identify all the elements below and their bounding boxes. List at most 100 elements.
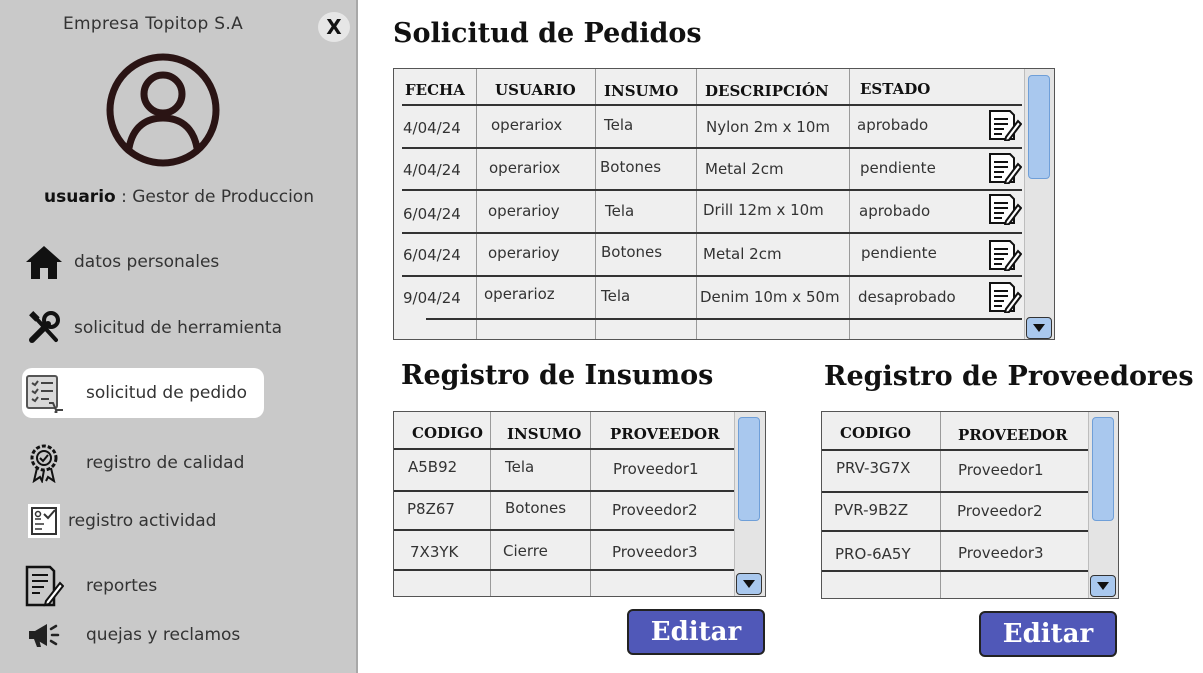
edit-document-icon[interactable] (988, 239, 1022, 271)
sidebar: Empresa Topitop S.A X usuario : Gestor d… (0, 0, 358, 673)
nav-item-registro-calidad[interactable]: registro de calidad (22, 438, 264, 488)
proveedores-edit-button[interactable]: Editar (979, 611, 1117, 657)
cell-insumo: Tela (605, 202, 635, 220)
cell-insumo: Botones (505, 499, 567, 517)
nav-item-registro-actividad[interactable]: registro actividad (22, 496, 264, 546)
user-label: usuario (44, 187, 116, 207)
cell-insumo: Cierre (503, 542, 548, 560)
cell-descripcion: Drill 12m x 10m (703, 201, 824, 219)
company-name: Empresa Topitop S.A (62, 14, 244, 34)
nav-label: solicitud de pedido (86, 383, 248, 403)
proveedores-scroll-down-button[interactable] (1090, 575, 1116, 597)
cell-estado: aprobado (857, 116, 929, 134)
header-insumo: INSUMO (507, 425, 582, 443)
cell-estado: pendiente (860, 159, 936, 177)
nav-item-solicitud-herramienta[interactable]: solicitud de herramienta (22, 303, 282, 353)
cell-descripcion: Metal 2cm (703, 245, 782, 263)
cell-estado: aprobado (859, 202, 931, 220)
cell-proveedor: Proveedor2 (612, 501, 698, 519)
cell-descripcion: Nylon 2m x 10m (706, 118, 830, 136)
cell-estado: desaprobado (858, 288, 956, 306)
report-edit-icon (22, 564, 66, 608)
cell-fecha: 4/04/24 (403, 161, 461, 179)
cell-fecha: 6/04/24 (403, 205, 461, 223)
close-button[interactable]: X (318, 12, 350, 42)
nav-item-solicitud-pedido[interactable]: solicitud de pedido (22, 368, 264, 418)
cell-insumo: Botones (601, 243, 663, 261)
header-fecha: FECHA (405, 81, 465, 99)
edit-document-icon[interactable] (988, 109, 1022, 141)
proveedores-title: Registro de Proveedores (824, 361, 1194, 392)
header-proveedor: PROVEEDOR (958, 426, 1068, 444)
nav-item-reportes[interactable]: reportes (22, 561, 264, 611)
header-usuario: USUARIO (495, 81, 576, 99)
nav-label: solicitud de herramienta (74, 318, 282, 338)
user-separator: : (115, 187, 133, 207)
pedidos-table: FECHA USUARIO INSUMO DESCRIPCIÓN ESTADO … (393, 68, 1055, 340)
cell-codigo: PRO-6A5Y (835, 545, 911, 563)
header-codigo: CODIGO (840, 424, 911, 442)
cell-insumo: Botones (600, 158, 662, 176)
nav-label: registro de calidad (86, 453, 245, 473)
header-codigo: CODIGO (412, 424, 483, 442)
cell-fecha: 9/04/24 (403, 289, 461, 307)
insumos-scroll-down-button[interactable] (736, 573, 762, 595)
header-insumo: INSUMO (604, 82, 679, 100)
cell-usuario: operarioz (484, 285, 555, 303)
cell-descripcion: Denim 10m x 50m (700, 288, 840, 306)
cell-insumo: Tela (604, 116, 634, 134)
cell-codigo: PRV-3G7X (836, 459, 911, 477)
cell-insumo: Tela (601, 287, 631, 305)
nav-label: registro actividad (68, 511, 217, 531)
pedidos-scroll-thumb[interactable] (1028, 75, 1050, 179)
cell-fecha: 6/04/24 (403, 246, 461, 264)
insumos-scroll-thumb[interactable] (738, 417, 760, 521)
tools-icon (22, 306, 66, 350)
activity-form-icon (22, 499, 66, 543)
cell-insumo: Tela (505, 458, 535, 476)
chevron-down-icon (743, 580, 755, 588)
insumos-table: CODIGO INSUMO PROVEEDOR A5B92 Tela Prove… (393, 411, 766, 597)
cell-usuario: operarioy (488, 244, 560, 262)
cell-proveedor: Proveedor3 (958, 544, 1044, 562)
header-estado: ESTADO (860, 80, 931, 98)
order-list-icon (22, 371, 66, 415)
edit-document-icon[interactable] (988, 281, 1022, 313)
cell-codigo: 7X3YK (410, 543, 459, 561)
nav-label: reportes (86, 576, 158, 596)
user-avatar-icon (106, 53, 220, 167)
cell-proveedor: Proveedor1 (613, 460, 699, 478)
edit-document-icon[interactable] (988, 152, 1022, 184)
cell-codigo: PVR-9B2Z (834, 501, 909, 519)
cell-estado: pendiente (861, 244, 937, 262)
proveedores-table: CODIGO PROVEEDOR PRV-3G7X Proveedor1 PVR… (821, 411, 1119, 599)
pedidos-scroll-down-button[interactable] (1026, 317, 1052, 339)
cell-codigo: P8Z67 (407, 500, 455, 518)
header-descripcion: DESCRIPCIÓN (705, 82, 829, 100)
cell-descripcion: Metal 2cm (705, 160, 784, 178)
insumos-title: Registro de Insumos (401, 360, 714, 391)
pedidos-title: Solicitud de Pedidos (393, 18, 702, 49)
nav-item-quejas-reclamos[interactable]: quejas y reclamos (22, 610, 264, 660)
insumos-edit-button[interactable]: Editar (627, 609, 765, 655)
nav-item-datos-personales[interactable]: datos personales (22, 237, 264, 287)
header-proveedor: PROVEEDOR (610, 425, 720, 443)
megaphone-icon (22, 613, 66, 657)
user-role-line: usuario : Gestor de Produccion (0, 187, 358, 207)
cell-proveedor: Proveedor2 (957, 502, 1043, 520)
proveedores-scroll-thumb[interactable] (1092, 417, 1114, 521)
cell-proveedor: Proveedor1 (958, 461, 1044, 479)
cell-usuario: operarioy (488, 202, 560, 220)
user-role: Gestor de Produccion (132, 187, 314, 207)
nav-label: quejas y reclamos (86, 625, 241, 645)
cell-usuario: operariox (489, 159, 561, 177)
cell-codigo: A5B92 (408, 458, 458, 476)
home-icon (22, 240, 66, 284)
cell-fecha: 4/04/24 (403, 119, 461, 137)
edit-document-icon[interactable] (988, 193, 1022, 225)
cell-usuario: operariox (491, 116, 563, 134)
nav-label: datos personales (74, 252, 220, 272)
cell-proveedor: Proveedor3 (612, 543, 698, 561)
chevron-down-icon (1097, 582, 1109, 590)
quality-badge-icon (22, 441, 66, 485)
